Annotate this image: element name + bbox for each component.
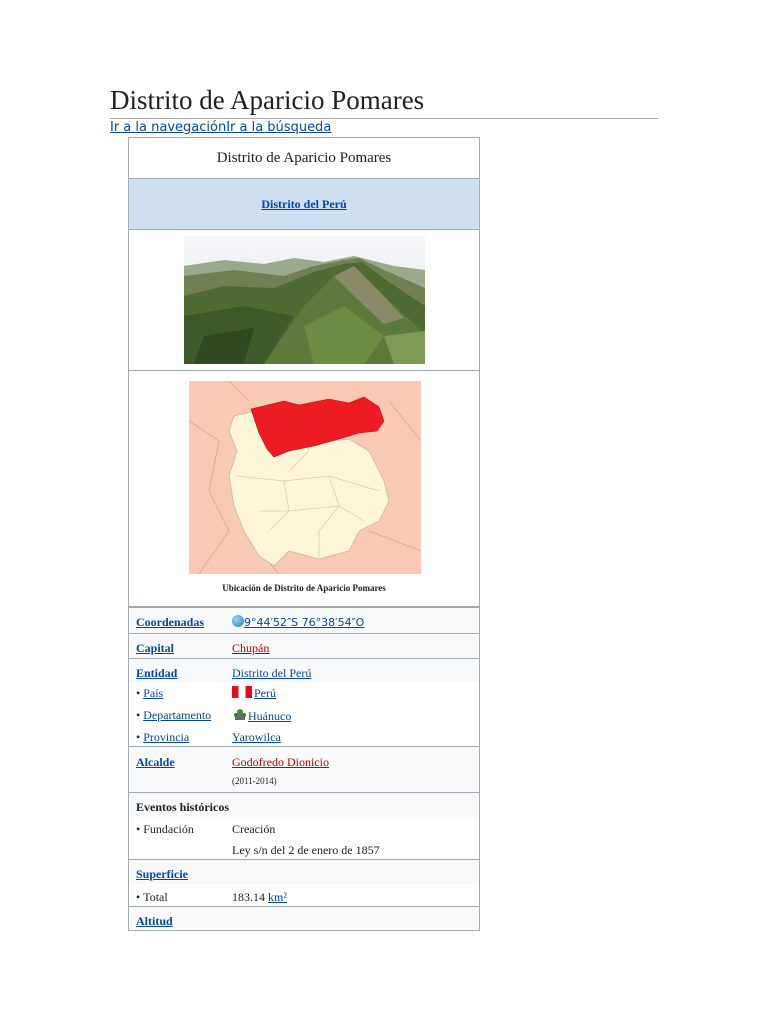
bullet: •: [136, 730, 141, 744]
bullet: •: [136, 686, 141, 700]
row-superficie: Superficie: [129, 859, 479, 884]
entidad-value-link[interactable]: Distrito del Perú: [232, 666, 311, 680]
superficie-label-link[interactable]: Superficie: [136, 867, 188, 881]
entidad-label-link[interactable]: Entidad: [136, 666, 177, 680]
district-photo[interactable]: [129, 230, 479, 371]
landscape-photo-image: [184, 236, 425, 364]
pais-value-link[interactable]: Perú: [254, 686, 276, 700]
bullet: •: [136, 708, 141, 722]
row-provincia: • Provincia Yarowilca: [129, 727, 479, 746]
departamento-label-link[interactable]: Departamento: [143, 708, 211, 722]
pais-label-link[interactable]: País: [143, 686, 163, 700]
row-total: • Total 183.14 km²: [129, 884, 479, 906]
infobox: Distrito de Aparicio Pomares Distrito de…: [128, 137, 480, 931]
map-caption: Ubicación de Distrito de Aparicio Pomare…: [222, 583, 386, 593]
bullet: •: [136, 890, 141, 904]
jump-links: Ir a la navegaciónIr a la búsqueda: [110, 119, 331, 137]
coordenadas-value-link[interactable]: 9°44′52″S 76°38′54″O: [244, 616, 364, 629]
location-map[interactable]: Ubicación de Distrito de Aparicio Pomare…: [129, 371, 479, 607]
row-altitud: Altitud: [129, 906, 479, 930]
fundacion-detail: Ley s/n del 2 de enero de 1857: [232, 843, 380, 857]
row-capital: Capital Chupán: [129, 633, 479, 658]
altitud-label-link[interactable]: Altitud: [136, 914, 173, 928]
row-fundacion: • Fundación Creación Ley s/n del 2 de ene…: [129, 817, 479, 859]
row-departamento: • Departamento Huánuco: [129, 705, 479, 727]
page-title: Distrito de Aparicio Pomares: [110, 84, 658, 119]
total-value: 183.14: [232, 890, 265, 904]
peru-flag-icon: [232, 686, 252, 698]
row-entidad: Entidad Distrito del Perú: [129, 658, 479, 682]
row-eventos: Eventos históricos: [129, 792, 479, 817]
provincia-label-link[interactable]: Provincia: [143, 730, 189, 744]
row-pais: • País Perú: [129, 682, 479, 705]
fundacion-label: Fundación: [143, 822, 194, 836]
capital-value-link[interactable]: Chupán: [232, 641, 269, 655]
eventos-label: Eventos históricos: [136, 800, 229, 814]
huanuco-flag-icon: [232, 708, 248, 721]
km2-unit-link[interactable]: km²: [268, 890, 287, 904]
jump-to-search-link[interactable]: Ir a la búsqueda: [226, 120, 331, 135]
departamento-value-link[interactable]: Huánuco: [248, 709, 291, 723]
jump-to-navigation-link[interactable]: Ir a la navegación: [110, 120, 226, 135]
row-coordenadas: Coordenadas 9°44′52″S 76°38′54″O: [129, 607, 479, 633]
infobox-title: Distrito de Aparicio Pomares: [129, 138, 479, 179]
bullet: •: [136, 822, 141, 836]
district-location-map-image: [189, 381, 421, 574]
fundacion-value: Creación: [232, 822, 276, 836]
globe-icon[interactable]: [232, 615, 244, 627]
coordenadas-label-link[interactable]: Coordenadas: [136, 615, 204, 629]
infobox-subhead: Distrito del Perú: [129, 179, 479, 230]
alcalde-term: (2011-2014): [232, 776, 277, 786]
subhead-link[interactable]: Distrito del Perú: [261, 197, 346, 211]
row-alcalde: Alcalde Godofredo Dionicio (2011-2014): [129, 746, 479, 792]
alcalde-value-link[interactable]: Godofredo Dionicio: [232, 755, 329, 769]
provincia-value-link[interactable]: Yarowilca: [232, 730, 281, 744]
alcalde-label-link[interactable]: Alcalde: [136, 755, 175, 769]
total-label: Total: [143, 890, 168, 904]
capital-label-link[interactable]: Capital: [136, 641, 174, 655]
